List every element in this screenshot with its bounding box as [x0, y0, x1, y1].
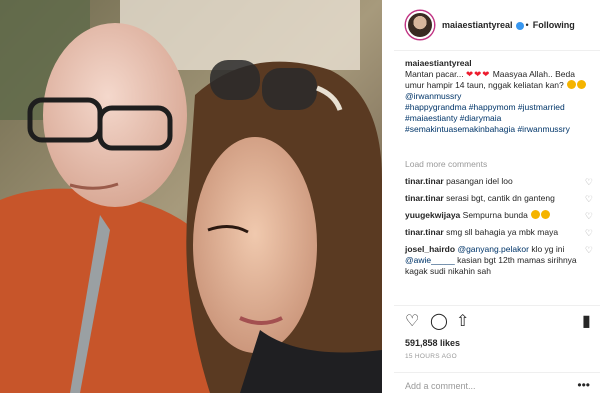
post-caption: maiaestiantyreal Mantan pacar... ❤❤❤ Maa… [405, 58, 595, 135]
emoji-icon [541, 210, 551, 219]
comment-text: Sempurna bunda [462, 210, 528, 220]
post-side-panel: maiaestiantyreal • Following maiaestiant… [394, 0, 600, 400]
likes-count[interactable]: 591,858 likes [405, 338, 460, 348]
comment-like-heart-icon[interactable]: ♡ [585, 194, 593, 205]
comment-like-heart-icon[interactable]: ♡ [585, 177, 593, 188]
comment-item: yuugekwijaya Sempurna bunda ♡ [405, 210, 597, 221]
heart-icon[interactable]: ♡ [405, 314, 419, 330]
comment-item: tinar.tinar pasangan idel loo ♡ [405, 176, 597, 187]
comment-username[interactable]: tinar.tinar [405, 193, 444, 203]
header-username[interactable]: maiaestiantyreal [442, 20, 513, 30]
comment-username[interactable]: josel_hairdo [405, 244, 455, 254]
caption-hashtags[interactable]: #happygrandma #happymom #justmarried [405, 102, 595, 113]
header-divider [394, 50, 600, 51]
load-more-comments-link[interactable]: Load more comments [405, 159, 487, 169]
instagram-post: maiaestiantyreal • Following maiaestiant… [0, 0, 600, 400]
avatar[interactable] [406, 11, 434, 39]
bookmark-icon[interactable]: ▮ [582, 314, 591, 330]
caption-mention[interactable]: @irwanmussry [405, 91, 595, 102]
post-photo[interactable] [0, 0, 382, 393]
comment-item: josel_hairdo @ganyang.pelakor klo yg ini… [405, 244, 597, 277]
header-separator: • [525, 20, 529, 30]
more-options-icon[interactable]: ••• [577, 378, 590, 392]
emoji-icon [577, 80, 587, 89]
comment-text: serasi bgt, cantik dn ganteng [446, 193, 555, 203]
share-icon[interactable]: ⇧ [456, 314, 469, 330]
caption-username[interactable]: maiaestiantyreal [405, 58, 595, 69]
comment-mention[interactable]: @awie_____ [405, 255, 455, 265]
comment-item: tinar.tinar smg sll bahagia ya mbk maya … [405, 227, 597, 238]
caption-line1: Mantan pacar... [405, 69, 464, 79]
hearts-icon: ❤❤❤ [465, 69, 491, 79]
comment-text: smg sll bahagia ya mbk maya [446, 227, 559, 237]
comments-list: tinar.tinar pasangan idel loo ♡ tinar.ti… [405, 176, 597, 283]
verified-badge-icon [515, 22, 524, 30]
emoji-icon [531, 210, 541, 219]
comment-text: klo yg ini [531, 244, 565, 254]
add-comment-input[interactable]: Add a comment... [405, 381, 476, 391]
add-comment-bar: Add a comment... ••• [394, 372, 600, 401]
comment-username[interactable]: yuugekwijaya [405, 210, 460, 220]
comment-icon[interactable]: ◯ [430, 314, 448, 330]
action-bar: ♡ ◯ ⇧ ▮ [394, 305, 600, 332]
comment-like-heart-icon[interactable]: ♡ [585, 228, 593, 239]
following-button[interactable]: Following [533, 20, 575, 30]
comment-username[interactable]: tinar.tinar [405, 176, 444, 186]
comment-like-heart-icon[interactable]: ♡ [585, 245, 593, 256]
comment-item: tinar.tinar serasi bgt, cantik dn ganten… [405, 193, 597, 204]
comment-mention[interactable]: @ganyang.pelakor [457, 244, 528, 254]
caption-hashtags[interactable]: #semakintuasemakinbahagia #irwanmussry [405, 124, 595, 135]
comment-username[interactable]: tinar.tinar [405, 227, 444, 237]
post-timestamp: 15 HOURS AGO [405, 353, 458, 360]
comment-like-heart-icon[interactable]: ♡ [585, 211, 593, 222]
comment-text: pasangan idel loo [446, 176, 513, 186]
caption-hashtags[interactable]: #maiaestianty #diarymaia [405, 113, 595, 124]
post-header: maiaestiantyreal • Following [394, 8, 600, 42]
emoji-icon [567, 80, 577, 89]
caption-line1-end: Maasyaa Allah.. [492, 69, 553, 79]
